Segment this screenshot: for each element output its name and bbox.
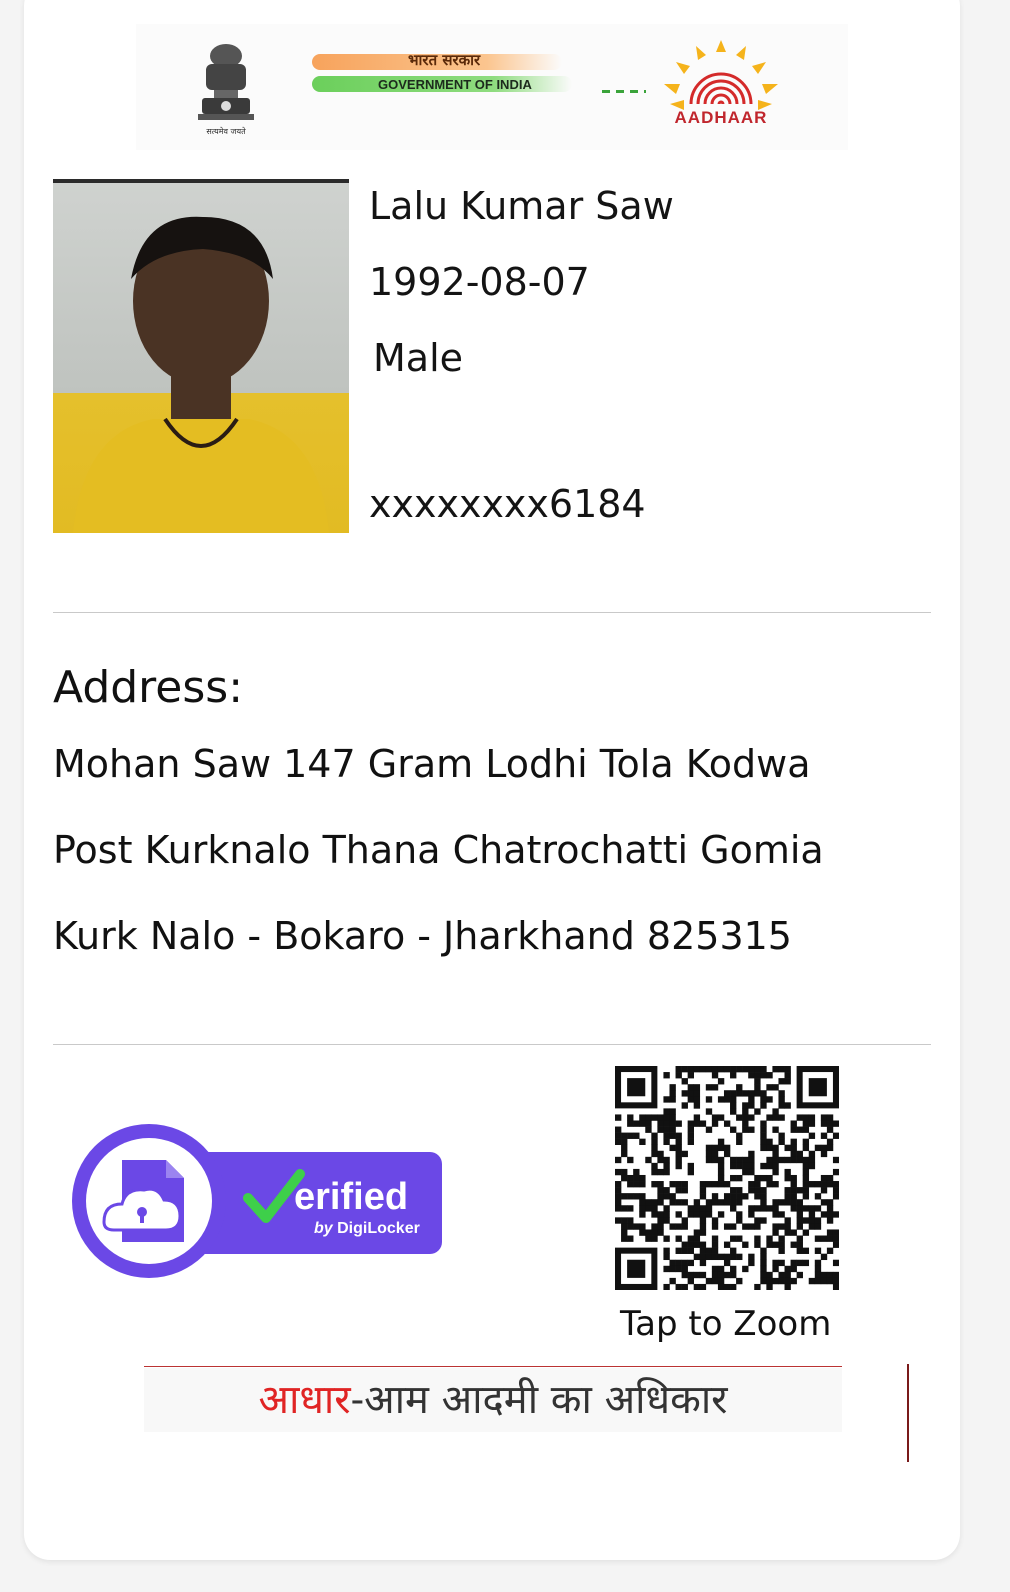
aadhaar-card: सत्यमेव जयते भारत सरकार GOVERNMENT OF IN… [24, 0, 960, 1560]
aadhaar-logo-text: AADHAAR [674, 108, 768, 127]
divider [53, 1044, 931, 1045]
address-line: Post Kurknalo Thana Chatrochatti Gomia [53, 828, 824, 872]
profile-photo[interactable] [53, 179, 349, 533]
footer-slogan: आधार-आम आदमी का अधिकार [144, 1368, 842, 1432]
address-line: Kurk Nalo - Bokaro - Jharkhand 825315 [53, 914, 792, 958]
address-label: Address: [53, 662, 244, 713]
address-line: Mohan Saw 147 Gram Lodhi Tola Kodwa [53, 742, 811, 786]
gov-hindi-text: भारत सरकार [408, 51, 481, 69]
national-emblem-icon: सत्यमेव जयते [192, 38, 260, 140]
emblem-caption: सत्यमेव जयते [206, 127, 246, 136]
gov-english-text: GOVERNMENT OF INDIA [378, 77, 532, 92]
tap-to-zoom-label[interactable]: Tap to Zoom [620, 1304, 831, 1344]
verified-by-digilocker-badge: erified by DigiLocker [72, 1124, 444, 1278]
divider [53, 612, 931, 613]
verified-by-text: by DigiLocker [314, 1220, 420, 1237]
verified-text: erified [294, 1176, 409, 1218]
aadhaar-fingerprint-icon [664, 40, 778, 110]
government-of-india-banner: भारत सरकार GOVERNMENT OF INDIA [312, 50, 646, 104]
document-cloud-lock-icon [102, 1160, 184, 1242]
date-of-birth: 1992-08-07 [369, 260, 590, 304]
header-banner: सत्यमेव जयते भारत सरकार GOVERNMENT OF IN… [136, 24, 848, 150]
person-name: Lalu Kumar Saw [369, 184, 674, 228]
footer-divider [144, 1366, 842, 1367]
qr-code-icon[interactable] [615, 1066, 840, 1291]
aadhaar-logo: AADHAAR [656, 38, 786, 138]
aadhaar-number-masked: xxxxxxxx6184 [369, 482, 646, 526]
gender: Male [373, 336, 464, 380]
